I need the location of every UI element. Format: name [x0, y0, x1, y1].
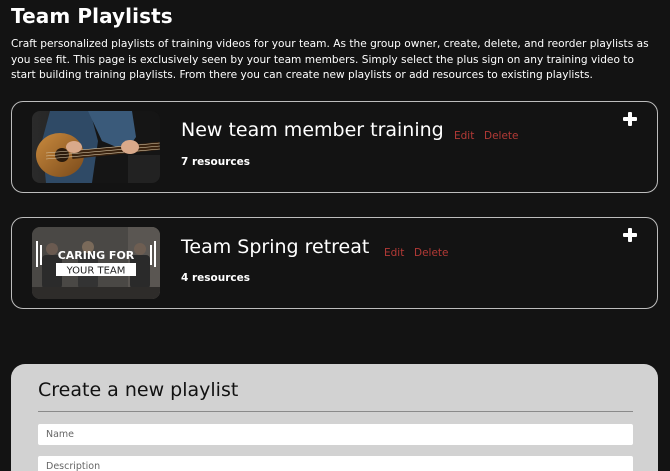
playlist-name-input[interactable]	[38, 424, 633, 445]
playlist-title: New team member training	[181, 119, 444, 141]
playlist-description-input[interactable]	[38, 456, 633, 471]
delete-playlist-link[interactable]: Delete	[414, 247, 449, 259]
playlist-thumbnail[interactable]	[32, 111, 160, 183]
add-resource-plus-icon[interactable]	[622, 111, 638, 127]
create-playlist-panel: Create a new playlist	[11, 364, 658, 471]
delete-playlist-link[interactable]: Delete	[484, 130, 519, 142]
playlist-card[interactable]: CARING FOR YOUR TEAM Team Spring retreat…	[11, 217, 658, 309]
playlist-thumbnail[interactable]: CARING FOR YOUR TEAM	[32, 227, 160, 299]
thumbnail-text-line1: CARING FOR	[58, 249, 135, 262]
caring-for-your-team-thumbnail-icon: CARING FOR YOUR TEAM	[32, 227, 160, 299]
team-playlists-page: Team Playlists Craft personalized playli…	[0, 0, 670, 471]
resource-count: 4 resources	[181, 272, 250, 284]
resource-count: 7 resources	[181, 156, 250, 168]
create-playlist-title: Create a new playlist	[38, 379, 239, 401]
edit-playlist-link[interactable]: Edit	[384, 247, 404, 259]
guitar-thumbnail-icon	[32, 111, 160, 183]
playlist-card[interactable]: New team member training Edit Delete 7 r…	[11, 101, 658, 193]
divider	[38, 411, 633, 412]
playlist-title: Team Spring retreat	[181, 236, 370, 258]
edit-playlist-link[interactable]: Edit	[454, 130, 474, 142]
add-resource-plus-icon[interactable]	[622, 227, 638, 243]
page-description: Craft personalized playlists of training…	[11, 38, 649, 81]
thumbnail-text-line2: YOUR TEAM	[66, 266, 126, 277]
page-title: Team Playlists	[11, 4, 173, 28]
